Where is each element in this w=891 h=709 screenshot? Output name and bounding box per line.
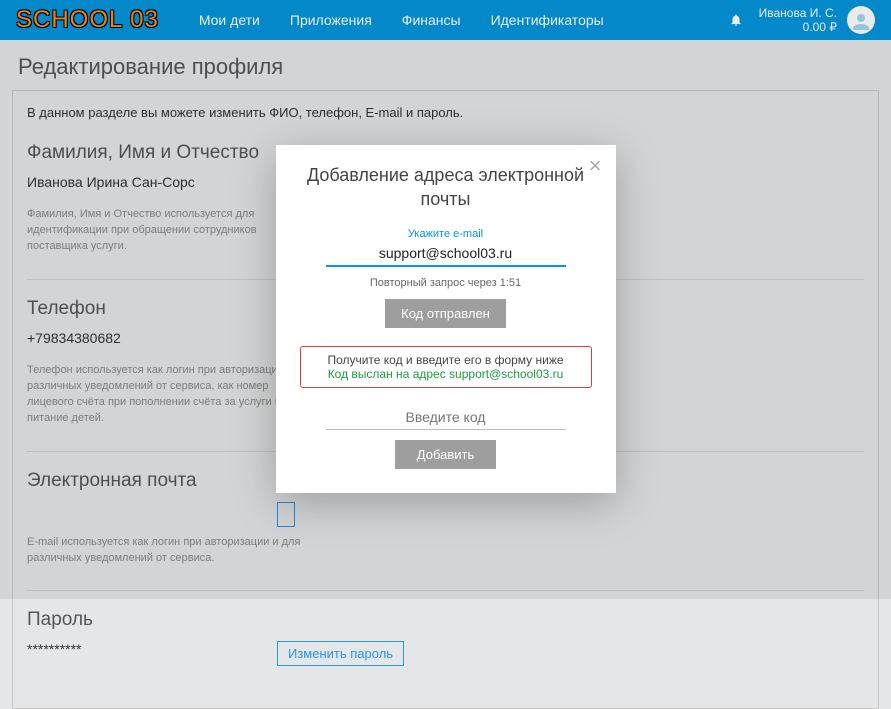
notice-instruction: Получите код и введите его в форму ниже [311,353,581,367]
password-value: ********** [27,641,277,657]
modal-title: Добавление адреса электронной почты [300,163,592,212]
add-email-modal: × Добавление адреса электронной почты Ук… [276,145,616,493]
code-input[interactable] [326,406,566,430]
email-label: Укажите e-mail [300,228,592,240]
password-title: Пароль [27,609,864,631]
section-password: Пароль ********** Изменить пароль [27,609,864,666]
retry-text: Повторный запрос через 1:51 [300,277,592,289]
email-input[interactable] [326,242,566,267]
submit-button[interactable]: Добавить [395,440,496,469]
modal-overlay: × Добавление адреса электронной почты Ук… [0,0,891,599]
password-change-button[interactable]: Изменить пароль [277,641,404,666]
notice-sent: Код выслан на адрес support@school03.ru [311,367,581,381]
code-sent-button[interactable]: Код отправлен [385,299,506,328]
notice-box: Получите код и введите его в форму ниже … [300,346,592,388]
close-icon[interactable]: × [589,155,602,177]
